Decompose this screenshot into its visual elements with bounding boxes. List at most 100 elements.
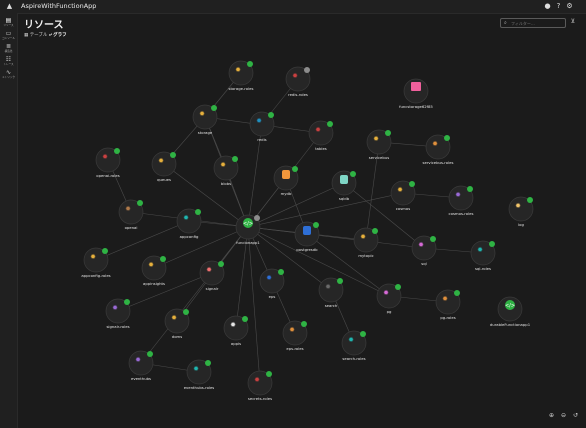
node-label: funcstorage62f85	[399, 104, 433, 109]
graph-node-log[interactable]: ✹ log	[508, 196, 534, 227]
gear-icon: ✹	[383, 289, 389, 297]
graph-node-sqldb[interactable]: sqldb	[331, 170, 357, 201]
gear-icon: ✹	[315, 126, 321, 134]
gear-icon: ✹	[220, 161, 226, 169]
graph-node-openai[interactable]: ✹ openai	[118, 199, 144, 230]
graph-node-postgresdb[interactable]: postgresdb	[294, 221, 320, 252]
gear-icon: ✹	[206, 266, 212, 274]
database-icon	[340, 175, 348, 184]
node-label: doms	[172, 334, 182, 339]
graph-node-cosmos-roles[interactable]: ✹ cosmos-roles	[449, 185, 474, 216]
graph-node-eventhubs[interactable]: ✹ eventhubs	[128, 350, 154, 381]
graph-node-cosmos[interactable]: ✹ cosmos	[390, 180, 416, 211]
status-running-icon	[137, 200, 143, 206]
graph-node-sql[interactable]: ✹ sql	[411, 235, 437, 266]
graph-node-redis-roles[interactable]: ✹ redis-roles	[285, 66, 311, 97]
node-label: search-roles	[342, 356, 365, 361]
graph-node-search[interactable]: ✹ search	[318, 277, 344, 308]
graph-node-servicebus-roles[interactable]: ✹ servicebus-roles	[423, 134, 454, 165]
node-label: storage-roles	[229, 86, 254, 91]
status-running-icon	[467, 186, 473, 192]
gear-icon: ✹	[477, 246, 483, 254]
graph-node-storage-roles[interactable]: ✹ storage-roles	[229, 60, 254, 91]
graph-node-openai-roles[interactable]: ✹ openai-roles	[95, 147, 121, 178]
graph-node-secrets-roles[interactable]: ✹ secrets-roles	[247, 370, 273, 401]
status-running-icon	[268, 112, 274, 118]
status-running-icon	[278, 269, 284, 275]
graph-node-pg[interactable]: ✹ pg	[376, 283, 402, 314]
node-label: pg-roles	[440, 315, 455, 320]
gear-icon: ✹	[432, 140, 438, 148]
node-label: mytopic	[358, 253, 373, 258]
node-label: sql	[421, 261, 426, 266]
graph-node-durable[interactable]: </> durableFunctionapp1	[490, 296, 531, 327]
status-unknown-icon	[304, 67, 310, 73]
graph-edge	[95, 220, 190, 261]
graph-node-eps[interactable]: ✹ eps	[259, 268, 285, 299]
gear-icon: ✹	[348, 336, 354, 344]
graph-node-mytopic[interactable]: ✹ mytopic	[353, 227, 379, 258]
gear-icon: ✹	[373, 135, 379, 143]
status-running-icon	[360, 331, 366, 337]
node-label: eps-roles	[286, 346, 303, 351]
node-label: log	[518, 222, 524, 227]
status-running-icon	[313, 222, 319, 228]
graph-node-queues[interactable]: ✹ queues	[151, 151, 177, 182]
gear-icon: ✹	[183, 214, 189, 222]
node-label: postgresdb	[296, 247, 318, 252]
status-running-icon	[489, 241, 495, 247]
graph-node-tables[interactable]: ✹ tables	[308, 120, 334, 151]
gear-icon: ✹	[256, 117, 262, 125]
node-label: sqldb	[339, 196, 350, 201]
node-label: cosmos	[396, 206, 410, 211]
node-label: redis-roles	[288, 92, 308, 97]
graph-node-redis[interactable]: ✹ redis	[249, 111, 275, 142]
graph-node-appconfig-roles[interactable]: ✹ appconfig-roles	[81, 247, 111, 278]
gear-icon: ✹	[230, 321, 236, 329]
graph-node-eventhubs-roles[interactable]: ✹ eventhubs-roles	[184, 359, 215, 390]
node-label: servicebus	[369, 155, 389, 160]
node-label: secrets-roles	[248, 396, 272, 401]
graph-node-mydb[interactable]: mydb	[273, 165, 299, 196]
gear-icon: ✹	[112, 304, 118, 312]
graph-node-signalr[interactable]: ✹ signalr	[199, 260, 225, 291]
node-label: pg	[387, 309, 392, 314]
graph-node-pg-roles[interactable]: ✹ pg-roles	[435, 289, 461, 320]
graph-node-appconfig[interactable]: ✹ appconfig	[176, 208, 202, 239]
graph-node-sql-roles[interactable]: ✹ sql-roles	[470, 240, 496, 271]
gear-icon: ✹	[418, 241, 424, 249]
node-label: search	[325, 303, 338, 308]
graph-node-search-roles[interactable]: ✹ search-roles	[341, 330, 367, 361]
graph-node-funcstorage[interactable]: funcstorage62f85	[399, 78, 433, 109]
graph-node-doms[interactable]: ✹ doms	[164, 308, 190, 339]
graph-edge	[153, 226, 249, 269]
node-label: durableFunctionapp1	[490, 322, 531, 327]
node-label: mydb	[281, 191, 292, 196]
status-running-icon	[183, 309, 189, 315]
node-label: signalr-roles	[106, 324, 129, 329]
graph-node-storage[interactable]: ✹ storage	[192, 104, 218, 135]
status-running-icon	[301, 321, 307, 327]
status-running-icon	[292, 166, 298, 172]
node-label: signalr	[206, 286, 219, 291]
node-label: openai	[125, 225, 138, 230]
node-label: storage	[198, 130, 213, 135]
graph-node-appinsights[interactable]: ✹ appinsights	[141, 255, 167, 286]
gear-icon: ✹	[235, 66, 241, 74]
graph-node-funcapp1[interactable]: </> funcionapp1	[235, 214, 260, 245]
zoom-out-icon[interactable]: ⊖	[559, 411, 568, 420]
graph-node-appis[interactable]: ✹ appis	[223, 315, 249, 346]
status-running-icon	[444, 135, 450, 141]
status-running-icon	[409, 181, 415, 187]
graph-node-eps-roles[interactable]: ✹ eps-roles	[282, 320, 308, 351]
graph-node-signalr-roles[interactable]: ✹ signalr-roles	[105, 298, 131, 329]
gear-icon: ✹	[135, 356, 141, 364]
reset-view-icon[interactable]: ↺	[571, 411, 580, 420]
graph-node-blobs[interactable]: ✹ blobs	[213, 155, 239, 186]
node-label: eps	[269, 294, 276, 299]
status-running-icon	[102, 248, 108, 254]
graph-edge	[247, 192, 404, 228]
status-running-icon	[147, 351, 153, 357]
graph-node-servicebus[interactable]: ✹ servicebus	[366, 129, 392, 160]
zoom-in-icon[interactable]: ⊕	[547, 411, 556, 420]
